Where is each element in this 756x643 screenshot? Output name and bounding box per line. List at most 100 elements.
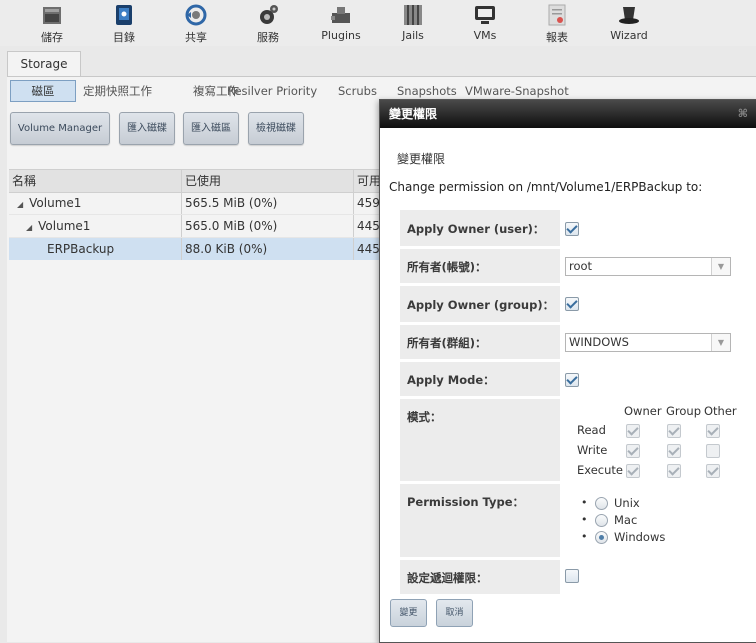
vms-icon bbox=[475, 6, 495, 24]
execute-owner-checkbox[interactable] bbox=[626, 464, 640, 478]
directory-icon bbox=[116, 5, 132, 25]
toolbar-storage[interactable]: 儲存 bbox=[17, 0, 87, 45]
column-header-used[interactable]: 已使用 bbox=[185, 170, 221, 192]
available-cell: 445 bbox=[357, 242, 380, 256]
column-divider bbox=[353, 192, 354, 214]
wizard-icon bbox=[619, 7, 639, 24]
owner-group-value: WINDOWS bbox=[569, 335, 629, 349]
dialog-titlebar[interactable]: 變更權限 ⌘ bbox=[380, 100, 756, 128]
cancel-button[interactable]: 取消 bbox=[436, 599, 473, 627]
toolbar-sharing[interactable]: 共享 bbox=[161, 0, 231, 45]
dialog-subtitle: 變更權限 bbox=[397, 152, 446, 166]
apply-mode-row: Apply Mode： bbox=[400, 362, 737, 396]
used-cell: 88.0 KiB (0%) bbox=[185, 242, 268, 256]
toolbar-jails[interactable]: Jails bbox=[378, 0, 448, 42]
name-cell: ◢ Volume1 bbox=[17, 192, 81, 214]
view-disks-button[interactable]: 檢視磁碟 bbox=[248, 112, 304, 145]
reporting-icon bbox=[548, 4, 566, 26]
read-group-checkbox[interactable] bbox=[667, 424, 681, 438]
field-label: 所有者(帳號)： bbox=[400, 249, 560, 283]
expand-triangle-icon[interactable]: ◢ bbox=[26, 217, 32, 239]
mode-grid: Owner Group Other Read Write Execute bbox=[563, 399, 737, 481]
execute-group-checkbox[interactable] bbox=[667, 464, 681, 478]
apply-mode-checkbox[interactable] bbox=[565, 373, 579, 387]
read-owner-checkbox[interactable] bbox=[626, 424, 640, 438]
field-label: Apply Mode： bbox=[400, 362, 560, 396]
column-header-available[interactable]: 可用 bbox=[357, 170, 381, 192]
subtab-resilver-priority[interactable]: Resilver Priority bbox=[227, 80, 317, 102]
mode-row-execute: Execute bbox=[577, 463, 623, 477]
permission-type-row: Permission Type： • Unix • Mac • Windows bbox=[400, 484, 737, 557]
dialog-description: Change permission on /mnt/Volume1/ERPBac… bbox=[389, 180, 703, 194]
read-other-checkbox[interactable] bbox=[706, 424, 720, 438]
subtab-volumes[interactable]: 磁區 bbox=[10, 80, 76, 102]
write-owner-checkbox[interactable] bbox=[626, 444, 640, 458]
unix-radio[interactable] bbox=[595, 497, 608, 510]
column-divider bbox=[181, 192, 182, 214]
field-label: Apply Owner (user)： bbox=[400, 210, 560, 246]
import-volume-button[interactable]: 匯入磁區 bbox=[183, 112, 239, 145]
mode-column-group: Group bbox=[666, 404, 702, 418]
chevron-down-icon: ▼ bbox=[711, 334, 730, 351]
windows-radio[interactable] bbox=[595, 531, 608, 544]
toolbar-label: Plugins bbox=[321, 29, 361, 42]
available-cell: 445 bbox=[357, 219, 380, 233]
column-divider bbox=[181, 215, 182, 237]
plugins-icon bbox=[331, 7, 350, 23]
subtab-periodic-snapshot[interactable]: 定期快照工作 bbox=[83, 80, 152, 102]
recursive-row: 設定遞迴權限： bbox=[400, 560, 737, 594]
toolbar-wizard[interactable]: Wizard bbox=[594, 0, 664, 42]
toolbar-services[interactable]: 服務 bbox=[233, 0, 303, 45]
change-permission-dialog: 變更權限 ⌘ 變更權限 Change permission on /mnt/Vo… bbox=[379, 99, 756, 643]
column-divider bbox=[181, 238, 182, 260]
execute-other-checkbox[interactable] bbox=[706, 464, 720, 478]
field-label: 模式： bbox=[400, 399, 560, 481]
toolbar-label: 儲存 bbox=[41, 31, 63, 44]
column-divider bbox=[353, 238, 354, 260]
owner-group-select[interactable]: WINDOWS ▼ bbox=[565, 333, 731, 352]
expand-triangle-icon[interactable]: ◢ bbox=[17, 194, 23, 216]
field-label: Permission Type： bbox=[400, 484, 560, 557]
toolbar-label: 共享 bbox=[185, 31, 207, 44]
toolbar-label: Wizard bbox=[610, 29, 648, 42]
used-cell: 565.5 MiB (0%) bbox=[185, 196, 278, 210]
used-cell: 565.0 MiB (0%) bbox=[185, 219, 278, 233]
close-icon[interactable]: ⌘ bbox=[738, 100, 748, 128]
apply-owner-user-row: Apply Owner (user)： bbox=[400, 210, 737, 246]
volume-manager-button[interactable]: Volume Manager bbox=[10, 112, 110, 145]
toolbar-directory[interactable]: 目錄 bbox=[89, 0, 159, 45]
apply-owner-user-checkbox[interactable] bbox=[565, 222, 579, 236]
mode-row-read: Read bbox=[577, 423, 606, 437]
write-other-checkbox[interactable] bbox=[706, 444, 720, 458]
write-group-checkbox[interactable] bbox=[667, 444, 681, 458]
row-name: Volume1 bbox=[29, 196, 82, 210]
change-button[interactable]: 變更 bbox=[390, 599, 427, 627]
apply-owner-group-checkbox[interactable] bbox=[565, 297, 579, 311]
toolbar-label: VMs bbox=[473, 29, 497, 42]
jails-icon bbox=[404, 5, 422, 25]
storage-icon bbox=[43, 7, 61, 24]
column-header-name[interactable]: 名稱 bbox=[12, 170, 36, 192]
field-label: Apply Owner (group)： bbox=[400, 286, 560, 322]
import-disk-button[interactable]: 匯入磁碟 bbox=[119, 112, 175, 145]
row-name: ERPBackup bbox=[47, 242, 115, 256]
toolbar-label: 目錄 bbox=[113, 31, 135, 44]
recursive-checkbox[interactable] bbox=[565, 569, 579, 583]
permission-type-options: • Unix • Mac • Windows bbox=[563, 484, 737, 557]
dialog-title: 變更權限 bbox=[389, 107, 438, 121]
top-toolbar: 儲存 目錄 共享 服務 Plugins Jails VMs 報表 Wizard bbox=[0, 0, 756, 46]
mode-column-owner: Owner bbox=[624, 404, 662, 418]
owner-user-row: 所有者(帳號)： root ▼ bbox=[400, 249, 737, 283]
subtab-scrubs[interactable]: Scrubs bbox=[338, 80, 377, 102]
toolbar-label: Jails bbox=[402, 29, 424, 42]
owner-user-select[interactable]: root ▼ bbox=[565, 257, 731, 276]
toolbar-vms[interactable]: VMs bbox=[450, 0, 520, 42]
mode-row: 模式： Owner Group Other Read Write Execute bbox=[400, 399, 737, 481]
field-label: 所有者(群組)： bbox=[400, 325, 560, 359]
tab-storage[interactable]: Storage bbox=[7, 51, 81, 77]
row-name: Volume1 bbox=[38, 219, 91, 233]
toolbar-reporting[interactable]: 報表 bbox=[522, 0, 592, 45]
toolbar-plugins[interactable]: Plugins bbox=[306, 0, 376, 42]
column-divider bbox=[353, 215, 354, 237]
mac-radio[interactable] bbox=[595, 514, 608, 527]
